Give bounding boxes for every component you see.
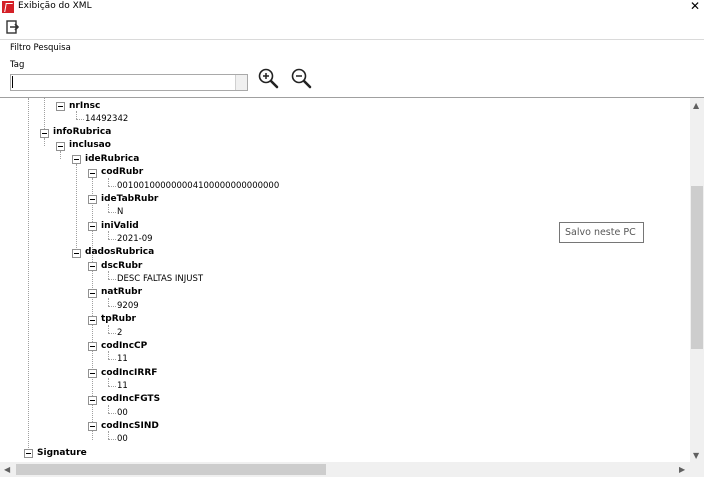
tree-guide — [108, 239, 116, 240]
tree-node-dscRubr[interactable]: dscRubr — [101, 261, 142, 271]
scroll-right-arrow-icon[interactable]: ▶ — [679, 465, 685, 475]
tree-guide — [108, 351, 109, 359]
tree-guide — [108, 325, 109, 333]
tree-value-natRubr[interactable]: 9209 — [117, 301, 139, 311]
tree-guide — [108, 413, 116, 414]
tree-guide — [108, 306, 116, 307]
scroll-up-arrow-icon[interactable]: ▲ — [693, 101, 699, 111]
tag-dropdown-button[interactable] — [235, 75, 247, 90]
expand-toggle[interactable] — [88, 222, 97, 231]
tree-node-inclusao[interactable]: inclusao — [69, 140, 111, 150]
tree-guide — [44, 138, 45, 146]
tree-value-nrInsc[interactable]: 14492342 — [85, 114, 128, 124]
expand-toggle[interactable] — [88, 195, 97, 204]
tree-node-natRubr[interactable]: natRubr — [101, 287, 142, 297]
expand-toggle[interactable] — [88, 342, 97, 351]
xml-tree-view[interactable]: nrInsc 14492342 infoRubrica inclusao ide… — [0, 97, 704, 477]
tree-value-ideTabRubr[interactable]: N — [117, 207, 123, 217]
scroll-down-arrow-icon[interactable]: ▼ — [693, 451, 699, 461]
expand-toggle[interactable] — [88, 169, 97, 178]
tree-guide — [108, 271, 109, 279]
tree-guide — [108, 378, 109, 386]
tree-guide — [108, 439, 116, 440]
window-title: Exibição do XML — [18, 1, 92, 11]
tree-guide — [108, 231, 109, 239]
vertical-scroll-thumb[interactable] — [691, 186, 703, 349]
tree-node-iniValid[interactable]: iniValid — [101, 221, 139, 231]
tree-node-codIncCP[interactable]: codIncCP — [101, 341, 147, 351]
tag-label: Tag — [10, 60, 25, 70]
tree-guide — [108, 204, 109, 212]
tree-node-ideTabRubr[interactable]: ideTabRubr — [101, 194, 158, 204]
expand-toggle[interactable] — [88, 396, 97, 405]
tree-guide — [76, 111, 77, 119]
tree-guide — [76, 119, 84, 120]
app-logo-icon — [2, 1, 14, 13]
expand-toggle[interactable] — [72, 155, 81, 164]
exit-icon[interactable] — [6, 20, 20, 34]
expand-toggle[interactable] — [88, 422, 97, 431]
expand-toggle[interactable] — [88, 262, 97, 271]
tree-guide — [108, 359, 116, 360]
expand-toggle[interactable] — [88, 316, 97, 325]
scroll-left-arrow-icon[interactable]: ◀ — [4, 465, 10, 475]
tree-guide — [108, 178, 109, 186]
tree-node-codIncSIND[interactable]: codIncSIND — [101, 421, 159, 431]
tree-value-dscRubr[interactable]: DESC FALTAS INJUST — [117, 274, 203, 284]
tree-guide — [28, 98, 29, 454]
tree-guide — [44, 98, 45, 133]
tree-guide — [108, 212, 116, 213]
tree-guide — [108, 405, 109, 413]
expand-toggle[interactable] — [40, 129, 49, 138]
tree-node-tpRubr[interactable]: tpRubr — [101, 314, 136, 324]
filter-section-label: Filtro Pesquisa — [10, 43, 71, 53]
tree-value-tpRubr[interactable]: 2 — [117, 328, 122, 338]
expand-toggle[interactable] — [88, 289, 97, 298]
close-button[interactable]: ✕ — [690, 0, 700, 13]
expand-toggle[interactable] — [24, 449, 33, 458]
text-caret — [12, 76, 13, 88]
tooltip: Salvo neste PC — [559, 222, 644, 243]
expand-toggle[interactable] — [56, 102, 65, 111]
tree-value-codRubr[interactable]: 001001000000004100000000000000 — [117, 181, 279, 191]
tree-guide — [108, 298, 109, 306]
zoom-in-icon[interactable] — [257, 67, 279, 89]
zoom-out-icon[interactable] — [290, 67, 312, 89]
tree-value-codIncFGTS[interactable]: 00 — [117, 408, 128, 418]
tree-node-ideRubrica[interactable]: ideRubrica — [85, 154, 139, 164]
tree-guide — [108, 333, 116, 334]
tree-node-codRubr[interactable]: codRubr — [101, 167, 143, 177]
tree-guide — [60, 151, 61, 159]
tree-node-infoRubrica[interactable]: infoRubrica — [53, 127, 111, 137]
title-bar: Exibição do XML ✕ — [0, 0, 704, 14]
tree-guide — [108, 279, 116, 280]
tree-node-Signature[interactable]: Signature — [37, 448, 87, 458]
expand-toggle[interactable] — [72, 249, 81, 258]
tag-input[interactable] — [10, 74, 248, 91]
tree-node-codIncFGTS[interactable]: codIncFGTS — [101, 394, 160, 404]
toolbar — [0, 14, 704, 40]
tree-value-codIncSIND[interactable]: 00 — [117, 434, 128, 444]
tree-value-codIncCP[interactable]: 11 — [117, 354, 128, 364]
horizontal-scroll-thumb[interactable] — [16, 464, 326, 475]
tree-node-dadosRubrica[interactable]: dadosRubrica — [85, 247, 154, 257]
tree-value-iniValid[interactable]: 2021-09 — [117, 234, 153, 244]
tree-guide — [108, 386, 116, 387]
tree-node-nrInsc[interactable]: nrInsc — [69, 101, 100, 111]
expand-toggle[interactable] — [56, 142, 65, 151]
tree-node-codIncIRRF[interactable]: codIncIRRF — [101, 368, 157, 378]
tree-guide — [108, 431, 109, 439]
tree-value-codIncIRRF[interactable]: 11 — [117, 381, 128, 391]
tree-guide — [108, 186, 116, 187]
tree-guide — [76, 164, 77, 254]
expand-toggle[interactable] — [88, 369, 97, 378]
